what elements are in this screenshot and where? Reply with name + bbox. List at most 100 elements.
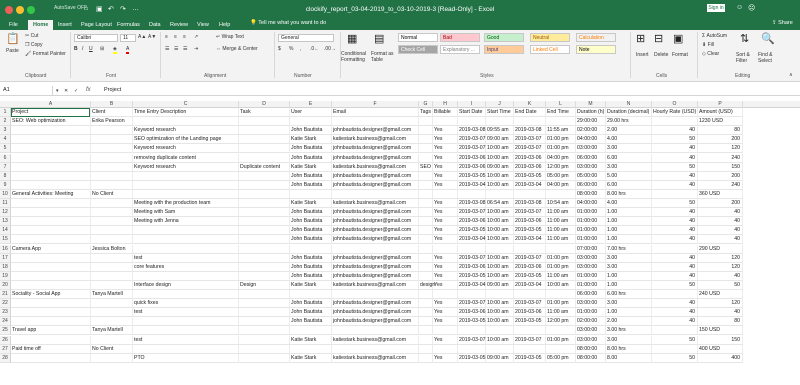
cell-f5[interactable]: johnbautista.designer@gmail.com (332, 144, 419, 154)
copy-button[interactable]: ❐ Copy (25, 42, 43, 48)
cell-g11[interactable] (419, 199, 433, 209)
cell-d17[interactable] (239, 253, 290, 263)
format-as-table-icon[interactable]: ▤ (374, 32, 384, 45)
cell-k26[interactable]: 2019-03-07 (514, 335, 546, 345)
cell-f13[interactable]: johnbautista.designer@gmail.com (332, 217, 419, 227)
row-header[interactable]: 10 (0, 189, 11, 199)
cell-k27[interactable] (514, 344, 546, 354)
cell-n1[interactable]: Duration (decimal) (606, 108, 652, 118)
cell-n7[interactable]: 3.00 (606, 162, 652, 172)
cell-c6[interactable]: removing duplicate content (133, 153, 239, 163)
cell-d5[interactable] (239, 144, 290, 154)
cell-c15[interactable] (133, 235, 239, 245)
cell-o14[interactable]: 40 (652, 226, 698, 236)
cell-k2[interactable] (514, 117, 546, 127)
cell-f20[interactable]: katiestark.business@gmail.com (332, 280, 419, 290)
cell-d11[interactable] (239, 199, 290, 209)
cell-j15[interactable]: 10:00 am (486, 235, 514, 245)
cell-k16[interactable] (514, 244, 546, 254)
cell-l23[interactable]: 11:00 am (546, 308, 576, 318)
fill-color-icon[interactable]: ◈ (113, 46, 117, 54)
cell-o19[interactable]: 40 (652, 271, 698, 281)
cell-e19[interactable]: John Bautista (290, 271, 332, 281)
cell-o7[interactable]: 50 (652, 162, 698, 172)
cell-e24[interactable]: John Bautista (290, 317, 332, 327)
paste-icon[interactable]: 📋 (6, 32, 20, 45)
cell-n25[interactable]: 3.00 hrs (606, 326, 652, 336)
cell-j19[interactable]: 10:00 am (486, 271, 514, 281)
font-size-select[interactable]: 11 (120, 34, 136, 42)
cell-g15[interactable] (419, 235, 433, 245)
font-color-icon[interactable]: A (126, 46, 130, 54)
cell-p9[interactable]: 240 (698, 180, 743, 190)
cell-k8[interactable]: 2019-03-05 (514, 171, 546, 181)
cell-f2[interactable] (332, 117, 419, 127)
font-name-select[interactable]: Calibri (74, 34, 118, 42)
cell-l10[interactable] (546, 189, 576, 199)
cell-a25[interactable]: Travel app (11, 326, 91, 336)
cell-g23[interactable] (419, 308, 433, 318)
cell-b10[interactable]: No Client (91, 189, 133, 199)
cell-k10[interactable] (514, 189, 546, 199)
find-select-button[interactable]: Find & Select (758, 52, 780, 64)
decrease-decimal-icon[interactable]: .00→ (324, 46, 336, 52)
cell-n28[interactable]: 8.00 (606, 353, 652, 363)
cell-i5[interactable]: 2019-03-07 (458, 144, 486, 154)
merge-center-button[interactable]: ⇔ Merge & Center (216, 46, 258, 52)
cell-h26[interactable]: Yes (433, 335, 458, 345)
cell-d25[interactable] (239, 326, 290, 336)
cell-e13[interactable]: John Bautista (290, 217, 332, 227)
cell-g21[interactable] (419, 290, 433, 300)
cell-h27[interactable] (433, 344, 458, 354)
cell-b22[interactable] (91, 299, 133, 309)
cell-j12[interactable]: 10:00 am (486, 208, 514, 218)
cell-m21[interactable]: 06:00:00 (576, 290, 606, 300)
cell-j4[interactable]: 09:00 am (486, 135, 514, 145)
formula-input[interactable]: Project (104, 86, 121, 95)
tab-view[interactable]: View (197, 20, 209, 30)
cell-l7[interactable]: 12:00 pm (546, 162, 576, 172)
cell-k15[interactable]: 2019-03-04 (514, 235, 546, 245)
cell-j20[interactable]: 09:00 am (486, 280, 514, 290)
cell-d12[interactable] (239, 208, 290, 218)
cell-i19[interactable]: 2019-03-05 (458, 271, 486, 281)
cell-c7[interactable]: Keyword research (133, 162, 239, 172)
column-header-p[interactable]: P (698, 101, 743, 108)
conditional-formatting-button[interactable]: Conditional Formatting (341, 51, 371, 63)
cell-e11[interactable]: Katie Stark (290, 199, 332, 209)
cell-e5[interactable]: John Bautista (290, 144, 332, 154)
cell-f25[interactable] (332, 326, 419, 336)
cell-i3[interactable]: 2019-03-08 (458, 126, 486, 136)
cell-style-calculation[interactable]: Calculation (576, 33, 616, 42)
cell-m19[interactable]: 01:00:00 (576, 271, 606, 281)
cell-i11[interactable]: 2019-03-08 (458, 199, 486, 209)
cell-d24[interactable] (239, 317, 290, 327)
cell-e25[interactable] (290, 326, 332, 336)
cell-h9[interactable]: Yes (433, 180, 458, 190)
row-header[interactable]: 19 (0, 271, 11, 281)
cell-d18[interactable] (239, 262, 290, 272)
cell-p21[interactable]: 240 USD (698, 290, 743, 300)
cell-l1[interactable]: End Time (546, 108, 576, 118)
cell-h1[interactable]: Billable (433, 108, 458, 118)
row-header[interactable]: 5 (0, 144, 11, 154)
cell-e3[interactable]: John Bautista (290, 126, 332, 136)
cell-a17[interactable] (11, 253, 91, 263)
column-header-h[interactable]: H (433, 101, 458, 108)
row-header[interactable]: 14 (0, 226, 11, 236)
cell-h5[interactable]: Yes (433, 144, 458, 154)
sort-filter-button[interactable]: Sort & Filter (736, 52, 756, 64)
cell-l13[interactable]: 11:00 am (546, 217, 576, 227)
cell-a13[interactable] (11, 217, 91, 227)
column-header-n[interactable]: N (606, 101, 652, 108)
cell-a11[interactable] (11, 199, 91, 209)
cell-n11[interactable]: 4.00 (606, 199, 652, 209)
column-header-l[interactable]: L (546, 101, 576, 108)
cell-n19[interactable]: 1.00 (606, 271, 652, 281)
cell-d26[interactable] (239, 335, 290, 345)
shrink-font-icon[interactable]: A▼ (148, 34, 156, 40)
align-top-icon[interactable]: ≡ (165, 34, 168, 40)
cell-l20[interactable]: 10:00 am (546, 280, 576, 290)
cell-p3[interactable]: 80 (698, 126, 743, 136)
cell-a15[interactable] (11, 235, 91, 245)
